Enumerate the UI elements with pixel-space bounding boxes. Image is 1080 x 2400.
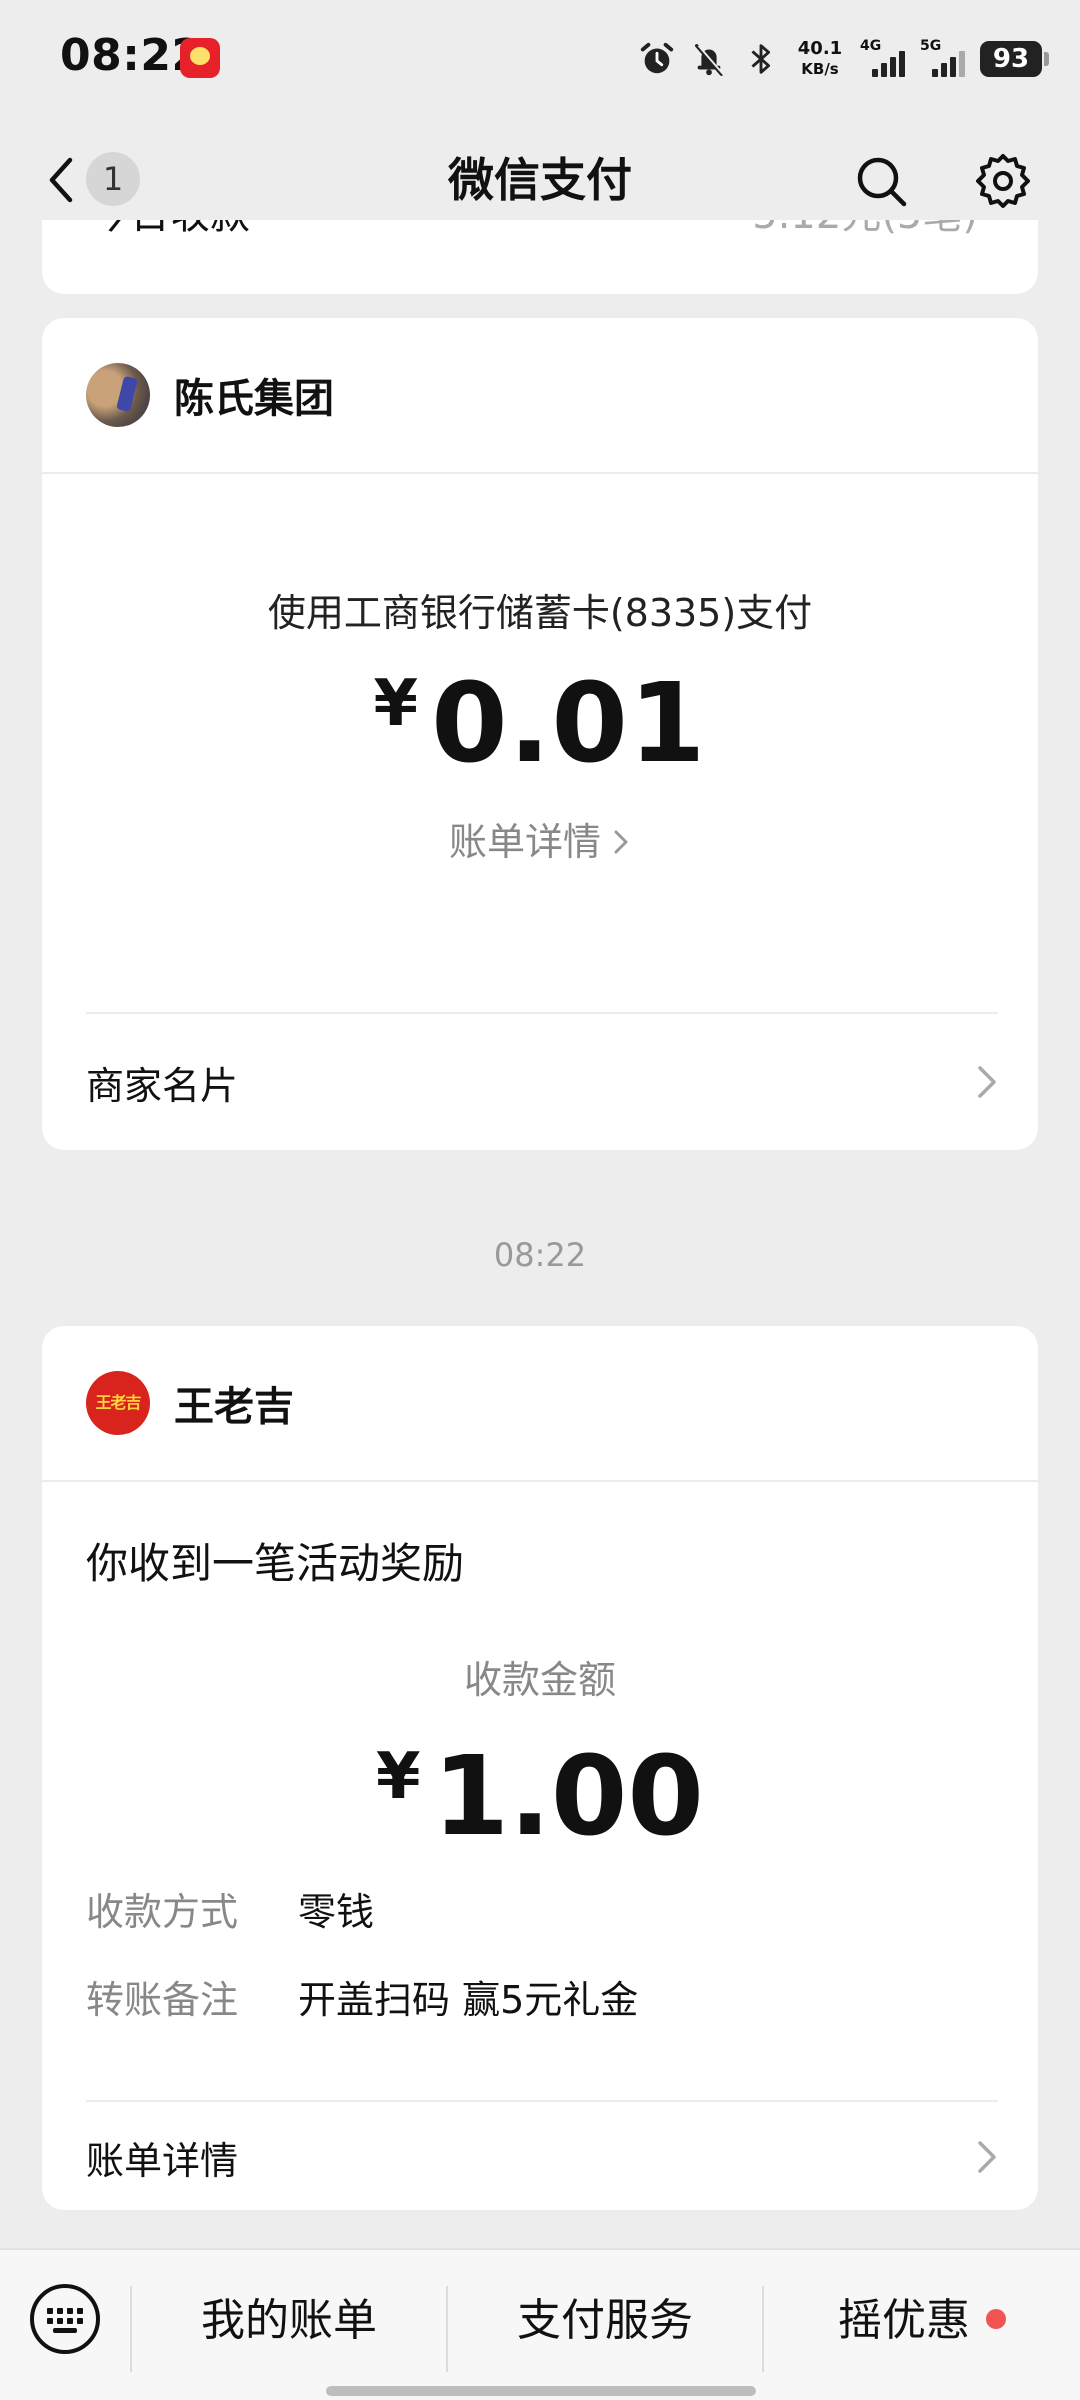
message-timestamp: 08:22 [493, 1236, 587, 1274]
bill-detail-label: 账单详情 [86, 2138, 239, 2183]
mute-bell-icon [694, 44, 724, 76]
payment-amount-value: 0.01 [431, 659, 707, 787]
bottom-menu-bar: 我的账单 支付服务 摇优惠 [0, 2248, 1080, 2400]
reward-title: 你收到一笔活动奖励 [86, 1539, 465, 1588]
home-indicator[interactable] [326, 2386, 756, 2396]
signal-bars-icon [932, 51, 965, 77]
screen: 08:22 40.1 KB/s 4G 5G 93 1 微信支付 陈氏集团 使用工… [0, 0, 1080, 2400]
amount-label: 收款金额 [463, 1658, 616, 1702]
status-icons: 40.1 KB/s 4G 5G 93 [638, 34, 1049, 84]
currency-symbol: ¥ [373, 667, 420, 741]
notification-dot [986, 2309, 1006, 2329]
merchant-header[interactable]: 陈氏集团 [42, 318, 1038, 474]
bill-detail-link[interactable]: 账单详情 [42, 811, 1038, 866]
search-icon[interactable] [854, 154, 908, 208]
chevron-right-icon [978, 2141, 996, 2173]
merchant-name: 陈氏集团 [174, 376, 334, 422]
merchant-header[interactable]: 王老吉 王老吉 [42, 1326, 1038, 1482]
today-receipts-row: 今日收款 5.12元(5笔) [90, 220, 978, 240]
battery-indicator: 93 [980, 41, 1049, 77]
receive-method-value: 零钱 [298, 1889, 375, 1934]
sim2-signal: 5G [920, 39, 966, 79]
payment-card: 陈氏集团 使用工商银行储蓄卡(8335)支付 ¥0.01 账单详情 商家名片 [42, 318, 1038, 1150]
receive-method-row: 收款方式 零钱 [42, 1864, 1038, 1952]
tab-shake-offers-label: 摇优惠 [838, 2295, 970, 2346]
today-receipts-label: 今日收款 [90, 220, 250, 240]
bluetooth-icon [751, 44, 771, 74]
status-bar: 08:22 40.1 KB/s 4G 5G 93 [0, 0, 1080, 120]
payment-amount: ¥0.01 [42, 659, 1038, 787]
tab-shake-offers[interactable]: 摇优惠 [764, 2250, 1080, 2392]
chevron-right-icon [978, 1066, 996, 1098]
reward-card: 王老吉 王老吉 你收到一笔活动奖励 收款金额 ¥1.00 收款方式 零钱 转账备… [42, 1326, 1038, 2210]
merchant-avatar: 王老吉 [86, 1371, 150, 1435]
today-receipts-card[interactable]: 今日收款 5.12元(5笔) [42, 220, 1038, 294]
transfer-remark-key: 转账备注 [86, 1977, 239, 2022]
reward-amount: ¥1.00 [42, 1732, 1038, 1860]
alarm-icon [640, 42, 674, 74]
network-speed-unit: KB/s [801, 60, 839, 78]
network-speed-value: 40.1 [797, 38, 843, 59]
merchant-name: 王老吉 [174, 1384, 294, 1430]
network-speed: 40.1 KB/s [794, 39, 846, 79]
currency-symbol: ¥ [376, 1740, 421, 1814]
bill-detail-label: 账单详情 [448, 820, 601, 864]
app-notification-icon [180, 38, 220, 78]
merchant-card-label: 商家名片 [86, 1063, 239, 1108]
reward-amount-value: 1.00 [432, 1732, 704, 1860]
merchant-card-row[interactable]: 商家名片 [86, 1012, 998, 1150]
sim1-signal: 4G [860, 39, 906, 79]
receive-method-key: 收款方式 [86, 1889, 239, 1934]
today-receipts-value: 5.12元(5笔) [752, 220, 978, 240]
payment-method-text: 使用工商银行储蓄卡(8335)支付 [267, 591, 813, 635]
gear-icon[interactable] [974, 152, 1032, 210]
merchant-avatar [86, 363, 150, 427]
tab-payment-services[interactable]: 支付服务 [448, 2250, 762, 2392]
tab-my-bills[interactable]: 我的账单 [132, 2250, 446, 2392]
signal-bars-icon [872, 51, 905, 77]
keyboard-icon[interactable] [28, 2282, 102, 2356]
transfer-remark-value: 开盖扫码 赢5元礼金 [298, 1977, 639, 2022]
bill-detail-row[interactable]: 账单详情 [86, 2100, 998, 2210]
chevron-right-icon [614, 830, 628, 854]
transfer-remark-row: 转账备注 开盖扫码 赢5元礼金 [42, 1952, 1038, 2040]
